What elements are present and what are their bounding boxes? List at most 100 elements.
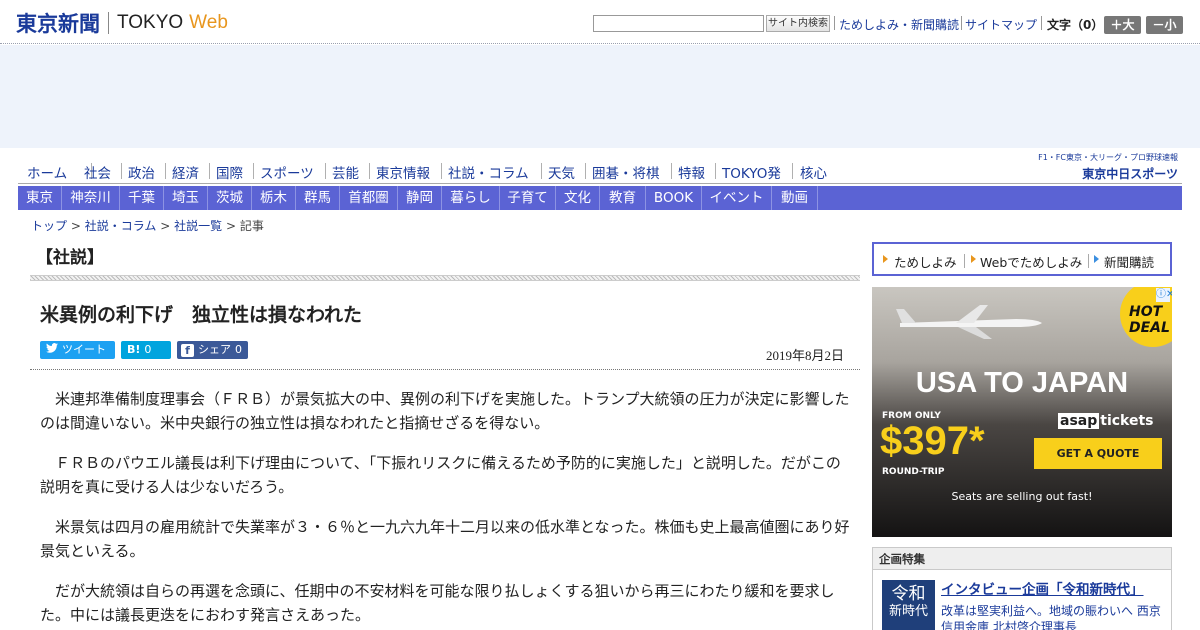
ad-round-trip: ROUND-TRIP (882, 467, 945, 477)
flight-ad[interactable]: HOT DEAL ⓘ✕ USA TO JAPAN FROM ONLY $397*… (872, 287, 1172, 537)
region-saitama[interactable]: 埼玉 (164, 186, 208, 210)
logo-web: Web (189, 12, 228, 33)
chunichi-tagline: F1・FC東京・大リーグ・プロ野球速報 (1038, 153, 1178, 162)
nav-home[interactable]: ホーム (27, 162, 67, 182)
nav-divider (121, 163, 122, 179)
nav-society[interactable]: 社会 (84, 162, 111, 182)
breadcrumb-editorial-list[interactable]: 社説一覧 (174, 219, 222, 233)
region-kanagawa[interactable]: 神奈川 (62, 186, 120, 210)
search-input[interactable] (593, 15, 764, 32)
feature-description[interactable]: 改革は堅実利益へ。地域の賑わいへ 西京信用金庫 北村啓介理事長 (941, 603, 1167, 630)
region-shizuoka[interactable]: 静岡 (398, 186, 442, 210)
nav-parenting[interactable]: 子育て (500, 186, 556, 210)
search-button[interactable]: サイト内検索 (766, 15, 830, 32)
arrow-right-icon (1094, 255, 1099, 263)
feature-box-header: 企画特集 (873, 548, 1171, 570)
chunichi-sports-link[interactable]: F1・FC東京・大リーグ・プロ野球速報 東京中日スポーツ (1026, 152, 1178, 181)
sitemap-link[interactable]: サイトマップ (965, 16, 1037, 33)
breadcrumb-editorial-column[interactable]: 社説・コラム (85, 219, 157, 233)
region-gunma[interactable]: 群馬 (296, 186, 340, 210)
breadcrumb-current: 記事 (239, 219, 264, 233)
nav-divider (715, 163, 716, 179)
nav-book[interactable]: BOOK (646, 186, 702, 210)
site-header: 東京新聞 TOKYO Web サイト内検索 ためしよみ・新聞購読 サイトマップ … (0, 0, 1200, 44)
font-smaller-button[interactable]: －小 (1146, 16, 1183, 34)
ad-brand-rest: tickets (1100, 413, 1154, 429)
nav-education[interactable]: 教育 (600, 186, 646, 210)
nav-divider (253, 163, 254, 179)
nav-editorial-column[interactable]: 社説・コラム (448, 162, 529, 182)
nav-divider (369, 163, 370, 179)
primary-nav: ホーム 社会 政治 経済 国際 スポーツ 芸能 東京情報 社説・コラム 天気 囲… (18, 158, 1182, 184)
region-tochigi[interactable]: 栃木 (252, 186, 296, 210)
airplane-icon (896, 305, 1042, 339)
ad-choices-icon[interactable]: ⓘ✕ (1156, 288, 1172, 302)
nav-weather[interactable]: 天気 (548, 162, 575, 182)
font-larger-button[interactable]: ＋大 (1104, 16, 1141, 34)
facebook-share-count: 0 (235, 343, 242, 356)
header-divider (961, 16, 962, 30)
breadcrumb-separator: > (160, 219, 171, 233)
header-divider (1041, 16, 1042, 30)
get-quote-button[interactable]: GET A QUOTE (1034, 438, 1162, 469)
breadcrumb: トップ > 社説・コラム > 社説一覧 > 記事 (31, 217, 264, 234)
arrow-right-icon (883, 255, 888, 263)
top-ad-banner (0, 45, 1200, 148)
feature-thumb-line2: 新時代 (888, 604, 928, 619)
feature-thumb-line1: 令和 (891, 584, 926, 604)
nav-divider (165, 163, 166, 179)
breadcrumb-top[interactable]: トップ (31, 219, 67, 233)
feature-title-link[interactable]: インタビュー企画「令和新時代」 (941, 578, 1144, 598)
nav-tokyo-hatsu[interactable]: TOKYO発 (722, 162, 781, 182)
article-paragraph: 米景気は四月の雇用統計で失業率が３・６％と一九六九年十二月以来の低水準となった。… (40, 518, 850, 560)
arrow-right-icon (971, 255, 976, 263)
web-trial-read-link[interactable]: Webでためしよみ (980, 252, 1082, 271)
nav-international[interactable]: 国際 (216, 162, 243, 182)
nav-go-shogi[interactable]: 囲碁・将棋 (592, 162, 660, 182)
section-divider (30, 275, 860, 281)
subscribe-link[interactable]: 新聞購読 (1104, 252, 1154, 271)
nav-politics[interactable]: 政治 (128, 162, 155, 182)
site-logo[interactable]: 東京新聞 TOKYO Web (16, 9, 228, 37)
nav-entertainment[interactable]: 芸能 (332, 162, 359, 182)
nav-tokyo-info[interactable]: 東京情報 (376, 162, 430, 182)
nav-video[interactable]: 動画 (772, 186, 818, 210)
trial-read-link[interactable]: ためしよみ (894, 252, 957, 271)
ad-seats-note: Seats are selling out fast! (951, 490, 1093, 503)
nav-divider (441, 163, 442, 179)
nav-core[interactable]: 核心 (800, 162, 827, 182)
feature-thumbnail[interactable]: 令和 新時代 (882, 580, 935, 630)
chunichi-name: 東京中日スポーツ (1082, 167, 1178, 181)
ad-price: $397* (880, 419, 985, 463)
hatena-count: 0 (144, 343, 152, 356)
nav-living[interactable]: 暮らし (442, 186, 500, 210)
nav-culture[interactable]: 文化 (556, 186, 600, 210)
logo-japanese: 東京新聞 (16, 11, 100, 36)
section-label: 【社説】 (36, 248, 104, 268)
region-ibaraki[interactable]: 茨城 (208, 186, 252, 210)
nav-special-report[interactable]: 特報 (678, 162, 705, 182)
region-metropolitan[interactable]: 首都圏 (340, 186, 398, 210)
article-paragraph: 米連邦準備制度理事会（ＦＲＢ）が景気拡大の中、異例の利下げを実施した。トランプ大… (40, 390, 850, 432)
nav-sports[interactable]: スポーツ (260, 162, 314, 182)
nav-divider (541, 163, 542, 179)
article-paragraph: ＦＲＢのパウエル議長は利下げ理由について、「下振れリスクに備えるため予防的に実施… (40, 454, 841, 496)
regional-nav: 東京 神奈川 千葉 埼玉 茨城 栃木 群馬 首都圏 静岡 暮らし 子育て 文化 … (18, 186, 1182, 210)
trial-subscription-link[interactable]: ためしよみ・新聞購読 (839, 16, 959, 33)
ad-brand-logo: asap tickets (1058, 413, 1154, 429)
breadcrumb-separator: > (225, 219, 236, 233)
twitter-bird-icon (46, 341, 58, 359)
region-tokyo[interactable]: 東京 (18, 186, 62, 210)
nav-divider (325, 163, 326, 179)
hatena-icon: B! (127, 343, 141, 356)
hatena-bookmark-button[interactable]: B! 0 (121, 341, 171, 359)
nav-divider (792, 163, 793, 179)
nav-economy[interactable]: 経済 (172, 162, 199, 182)
article-paragraph: だが大統領は自らの再選を念頭に、任期中の不安材料を可能な限り払しょくする狙いから… (40, 582, 835, 624)
tweet-button[interactable]: ツイート (40, 341, 115, 359)
link-divider (1088, 254, 1089, 268)
region-chiba[interactable]: 千葉 (120, 186, 164, 210)
link-divider (964, 254, 965, 268)
nav-event[interactable]: イベント (702, 186, 772, 210)
facebook-share-button[interactable]: f シェア 0 (177, 341, 248, 359)
